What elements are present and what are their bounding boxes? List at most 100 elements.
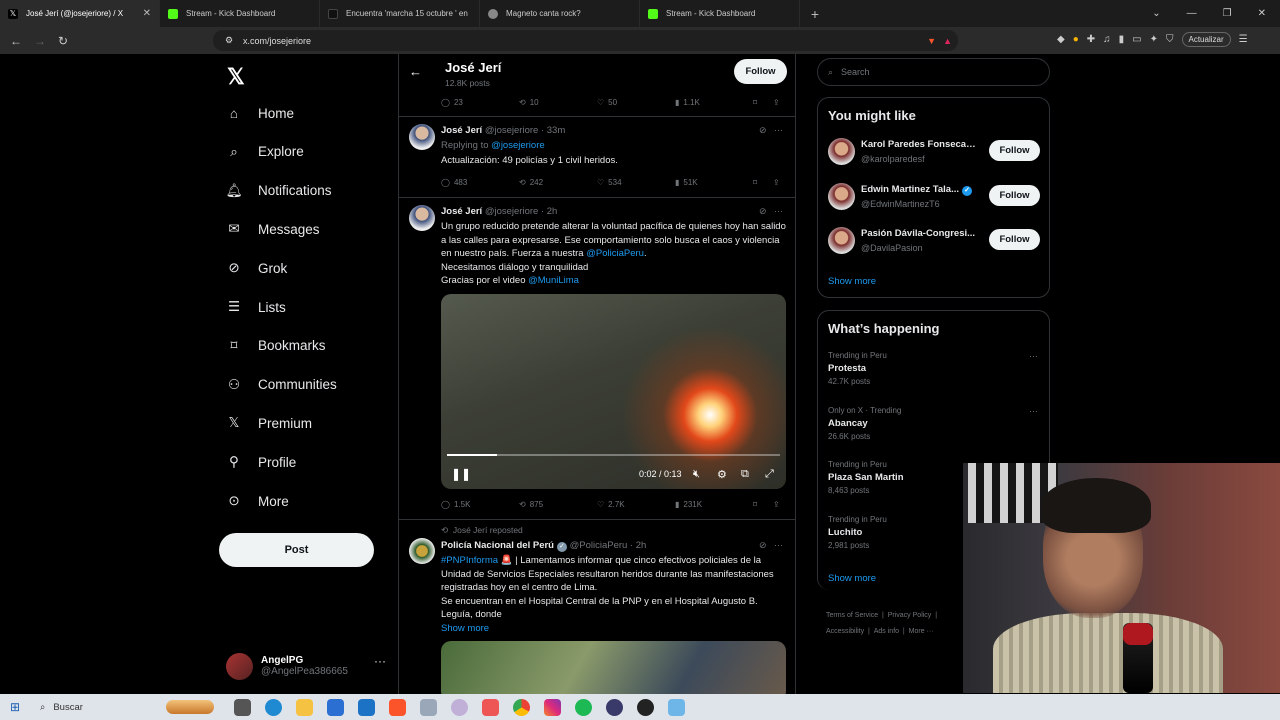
mute-icon[interactable]: 🔇︎ <box>693 468 700 481</box>
avatar[interactable] <box>409 124 435 150</box>
hashtag-link[interactable]: #PNPInforma <box>441 555 498 566</box>
nav-item-lists[interactable]: ☰ Lists <box>226 295 286 319</box>
brave-icon[interactable] <box>389 698 406 716</box>
obs-icon[interactable] <box>606 698 623 716</box>
rewards-icon[interactable]: ▲ <box>943 36 952 46</box>
mention-link[interactable]: @MuniLima <box>528 275 579 286</box>
author-name[interactable]: José Jerí <box>441 125 482 136</box>
suggestion-item[interactable]: Karol Paredes Fonseca✓ @karolparedesf Foll… <box>828 138 1040 168</box>
back-arrow-icon[interactable]: ← <box>409 64 422 79</box>
edge-icon[interactable] <box>265 698 282 716</box>
spotify-icon[interactable] <box>575 698 592 716</box>
suggestion-name[interactable]: Edwin Martinez Tala... ✓ <box>861 184 976 196</box>
nav-item-grok[interactable]: ⊘ Grok <box>226 256 287 280</box>
trend-item[interactable]: Trending in Peru Protesta 42.7K posts ··· <box>828 351 1040 386</box>
repost-action[interactable]: ⟲ 242 <box>519 178 597 187</box>
footer-link[interactable]: Accessibility <box>826 628 864 635</box>
follow-button[interactable]: Follow <box>734 59 787 84</box>
follow-button[interactable]: Follow <box>989 184 1040 206</box>
author-name[interactable]: Policía Nacional del Perú <box>441 540 554 551</box>
sidebar-icon[interactable]: ▮ <box>1119 34 1125 45</box>
extension-icon[interactable]: ● <box>1073 34 1079 45</box>
minimize-icon[interactable]: — <box>1187 8 1197 19</box>
repost-label[interactable]: José Jerí reposted <box>453 525 523 535</box>
app-icon[interactable] <box>482 698 499 716</box>
search-input[interactable]: ⌕ Search <box>817 58 1050 86</box>
follow-button[interactable]: Follow <box>989 140 1040 161</box>
site-info-icon[interactable]: ⚙ <box>225 35 233 46</box>
show-more-link[interactable]: Show more <box>441 623 489 634</box>
avatar[interactable] <box>409 205 435 231</box>
like-action[interactable]: ♡ 534 <box>597 178 675 187</box>
author-name[interactable]: José Jerí <box>441 206 482 217</box>
share-icon[interactable]: ⇪ <box>773 98 780 107</box>
browser-tab[interactable]: 𝕏 José Jerí (@josejeriore) / X ✕ <box>0 0 160 27</box>
more-dots-icon[interactable]: ··· <box>374 654 386 668</box>
trend-item[interactable]: Only on X · Trending Abancay 26.6K posts ··… <box>828 406 1040 441</box>
footer-link[interactable]: Terms of Service <box>826 612 878 619</box>
tab-list-icon[interactable]: ⌄ <box>1152 8 1160 19</box>
post-button[interactable]: Post <box>219 533 374 567</box>
new-tab-icon[interactable]: + <box>800 6 830 22</box>
views-action[interactable]: ▮ 231K <box>675 500 753 509</box>
vpn-icon[interactable]: ⛉ <box>1166 34 1174 45</box>
bookmark-icon[interactable]: ⌑ <box>753 98 773 107</box>
bookmark-icon[interactable]: ⌑ <box>753 500 773 509</box>
footer-link[interactable]: Privacy Policy <box>888 612 932 619</box>
menu-icon[interactable]: ☰ <box>1239 34 1248 45</box>
brave-shield-icon[interactable]: ▼ <box>927 36 936 46</box>
video-player[interactable]: ❚❚ 0:02 / 0:13 🔇︎ ⚙ ⧉ ⤢ <box>441 294 786 489</box>
settings-gear-icon[interactable]: ⚙ <box>717 468 727 481</box>
nav-item-notifications[interactable]: 🔔︎ Notifications <box>225 179 331 203</box>
close-window-icon[interactable]: ✕ <box>1258 8 1266 19</box>
url-field[interactable]: ⚙ x.com/josejeriore ▼ ▲ <box>213 30 958 51</box>
music-icon[interactable]: ♫ <box>1103 34 1111 45</box>
instagram-icon[interactable] <box>544 698 561 716</box>
store-icon[interactable] <box>327 698 344 716</box>
app-icon[interactable] <box>451 698 468 716</box>
nav-item-explore[interactable]: ⌕ Explore <box>226 140 304 164</box>
share-icon[interactable]: ⇪ <box>773 178 780 187</box>
tweet-image[interactable] <box>441 641 786 694</box>
views-action[interactable]: ▮ 1.1K <box>675 98 753 107</box>
repost-action[interactable]: ⟲ 875 <box>519 500 597 509</box>
suggestion-item[interactable]: Edwin Martinez Tala... ✓ @EdwinMartinezT6 F… <box>828 182 1040 213</box>
tweet-time[interactable]: · 2h <box>541 206 557 217</box>
chrome-icon[interactable] <box>513 698 530 716</box>
close-tab-icon[interactable]: ✕ <box>143 8 151 19</box>
bookmark-icon[interactable]: ⌑ <box>753 178 773 187</box>
nav-item-more[interactable]: ⊙ More <box>226 489 288 513</box>
tweet-time[interactable]: · 2h <box>630 540 646 551</box>
back-icon[interactable]: ← <box>10 34 22 48</box>
x-logo-icon[interactable]: 𝕏 <box>227 64 245 90</box>
video-progress-bar[interactable] <box>447 454 780 456</box>
more-dots-icon[interactable]: ··· <box>1029 351 1038 361</box>
browser-tab[interactable]: Stream - Kick Dashboard <box>640 0 800 27</box>
like-action[interactable]: ♡ 50 <box>597 98 675 107</box>
show-more-link[interactable]: Show more <box>828 276 876 287</box>
reply-action[interactable]: ◯ 483 <box>441 178 519 187</box>
pip-icon[interactable]: ⧉ <box>741 468 749 481</box>
suggestion-item[interactable]: Pasión Dávila-Congresi... @DavilaPasion Fo… <box>828 227 1040 257</box>
author-handle[interactable]: @PoliciaPeru <box>570 540 628 551</box>
author-handle[interactable]: @josejeriore <box>485 206 538 217</box>
update-button[interactable]: Actualizar <box>1181 32 1231 47</box>
avatar[interactable] <box>828 138 855 165</box>
app-icon[interactable] <box>637 698 654 716</box>
suggestion-name[interactable]: Karol Paredes Fonseca✓ <box>861 139 976 151</box>
nav-item-premium[interactable]: 𝕏 Premium <box>226 411 312 435</box>
more-dots-icon[interactable]: ··· <box>774 206 783 216</box>
fullscreen-icon[interactable]: ⤢ <box>765 468 774 481</box>
footer-link[interactable]: More ··· <box>909 628 934 635</box>
browser-tab[interactable]: Encuentra 'marcha 15 octubre ' en <box>320 0 480 27</box>
nav-item-communities[interactable]: ⚇ Communities <box>226 373 337 397</box>
leo-icon[interactable]: ✦ <box>1150 34 1158 45</box>
follow-button[interactable]: Follow <box>989 229 1040 250</box>
task-view-icon[interactable] <box>234 698 251 716</box>
browser-tab[interactable]: Magneto canta rock? <box>480 0 640 27</box>
nav-item-messages[interactable]: ✉ Messages <box>226 217 319 241</box>
reply-action[interactable]: ◯ 1.5K <box>441 500 519 509</box>
avatar[interactable] <box>828 227 855 254</box>
restore-icon[interactable]: ❐ <box>1223 8 1232 19</box>
like-action[interactable]: ♡ 2.7K <box>597 500 675 509</box>
